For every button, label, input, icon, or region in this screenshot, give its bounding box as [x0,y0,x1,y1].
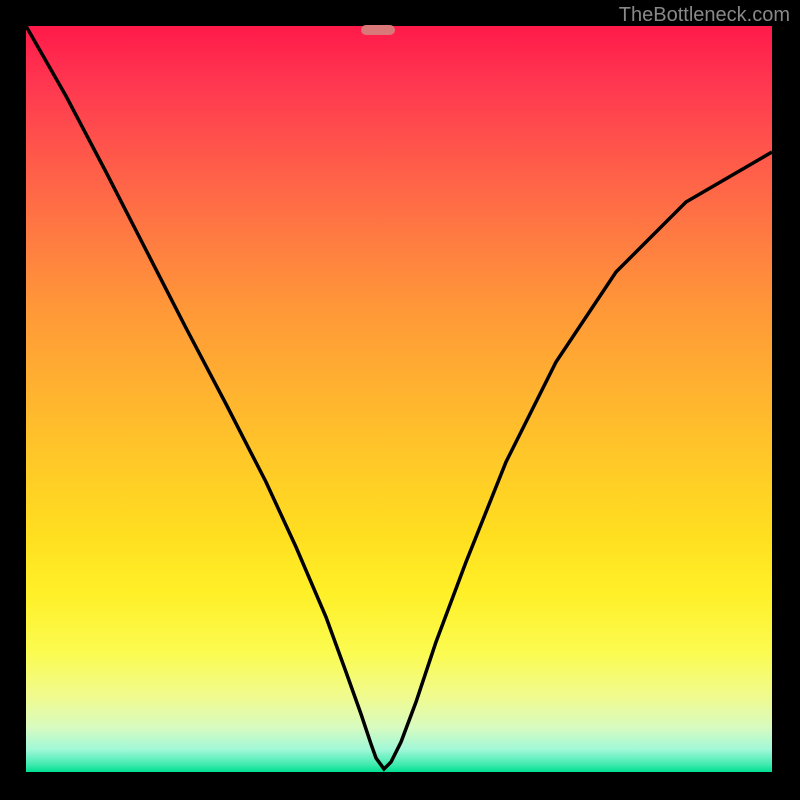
watermark-text: TheBottleneck.com [619,4,790,27]
bottleneck-curve [26,26,772,769]
optimal-marker [361,25,395,35]
curve-svg [26,26,772,772]
chart-container [26,26,772,772]
